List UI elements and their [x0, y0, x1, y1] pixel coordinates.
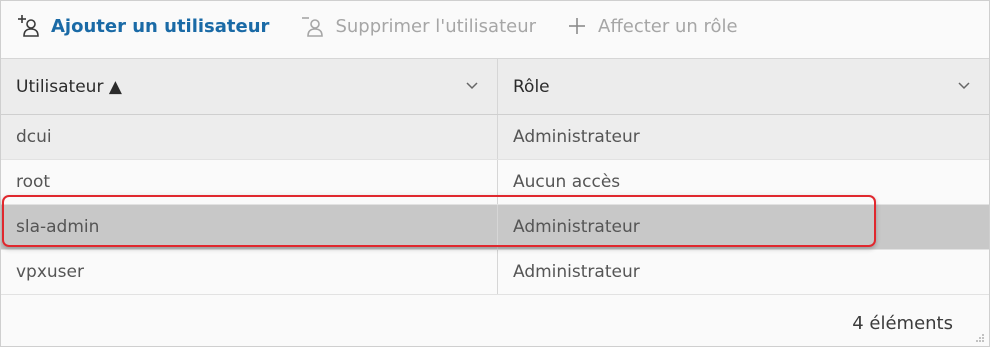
column-header-user[interactable]: Utilisateur ▲: [1, 59, 498, 114]
chevron-down-icon[interactable]: [957, 78, 971, 92]
user-permissions-panel: Ajouter un utilisateur Supprimer l'utili…: [0, 0, 990, 347]
user-cell: sla-admin: [1, 205, 498, 249]
assign-role-button[interactable]: Affecter un rôle: [566, 15, 738, 37]
role-cell: Administrateur: [513, 262, 640, 282]
table-row[interactable]: dcui Administrateur: [1, 115, 989, 160]
assign-role-label: Affecter un rôle: [598, 15, 738, 37]
column-header-role[interactable]: Rôle: [498, 59, 989, 114]
role-cell: Aucun accès: [513, 172, 621, 192]
add-user-icon: [18, 15, 39, 37]
table-row-selected[interactable]: sla-admin Administrateur: [1, 205, 989, 250]
column-header-user-label: Utilisateur ▲: [16, 76, 122, 97]
user-cell: dcui: [1, 115, 498, 159]
role-cell: Administrateur: [513, 217, 640, 237]
column-header-role-label: Rôle: [513, 76, 550, 97]
toolbar: Ajouter un utilisateur Supprimer l'utili…: [1, 1, 989, 51]
users-table: Utilisateur ▲ Rôle dcui Administrateur r…: [1, 58, 989, 295]
resize-grip-icon[interactable]: [975, 333, 985, 343]
plus-icon: [569, 18, 586, 34]
user-cell: vpxuser: [1, 250, 498, 294]
add-user-button[interactable]: Ajouter un utilisateur: [15, 13, 269, 39]
add-user-label: Ajouter un utilisateur: [51, 15, 270, 37]
remove-user-icon: [302, 17, 324, 37]
user-cell: root: [1, 160, 498, 204]
remove-user-button[interactable]: Supprimer l'utilisateur: [299, 13, 536, 39]
chevron-down-icon[interactable]: [465, 78, 479, 92]
table-row[interactable]: root Aucun accès: [1, 160, 989, 205]
item-count: 4 éléments: [852, 313, 953, 334]
remove-user-label: Supprimer l'utilisateur: [335, 15, 537, 37]
table-row[interactable]: vpxuser Administrateur: [1, 250, 989, 295]
table-header: Utilisateur ▲ Rôle: [1, 58, 989, 115]
role-cell: Administrateur: [513, 127, 640, 147]
